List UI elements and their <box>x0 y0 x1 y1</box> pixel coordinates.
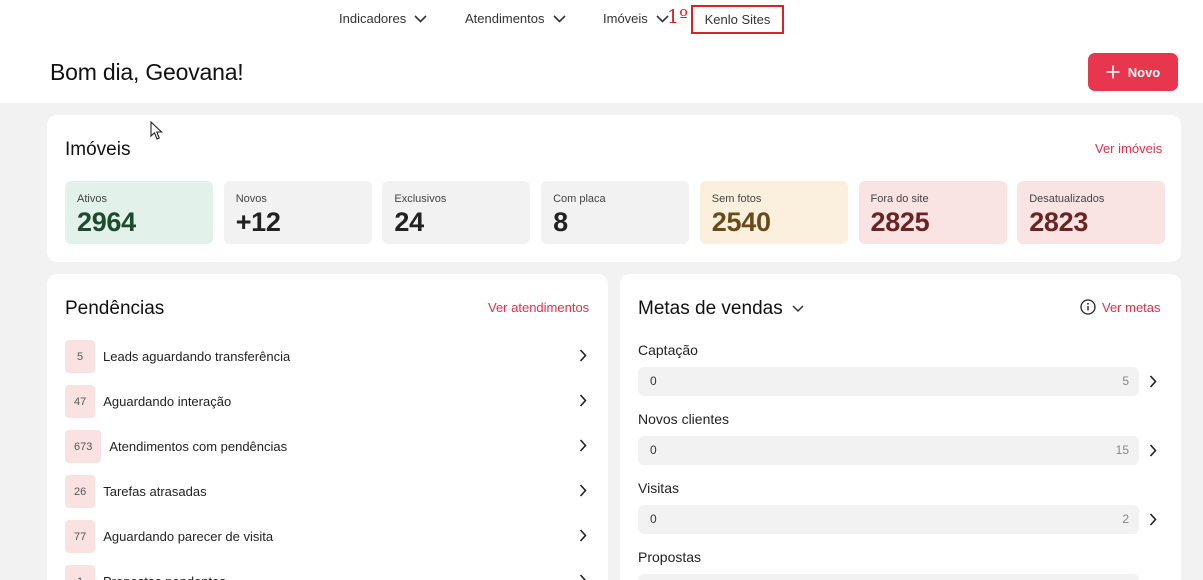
chevron-right-icon[interactable] <box>1149 513 1158 527</box>
meta-current-value: 0 <box>650 443 657 457</box>
plus-icon <box>1106 65 1120 79</box>
metas-title-dropdown[interactable]: Metas de vendas <box>638 298 804 320</box>
stat-value: 2540 <box>711 207 771 237</box>
stat-label: Sem fotos <box>711 193 762 205</box>
stat-tile[interactable]: Sem fotos 2540 <box>699 181 848 244</box>
pendencia-count: 5 <box>65 340 95 373</box>
meta-target-value: 2 <box>1122 512 1129 526</box>
stat-value: +12 <box>235 207 281 237</box>
nav-indicadores-label: Indicadores <box>339 11 407 26</box>
stat-tile[interactable]: Com placa 8 <box>541 181 690 244</box>
pendencia-label: Leads aguardando transferência <box>103 349 291 364</box>
stat-label: Fora do site <box>870 193 929 205</box>
stat-label: Com placa <box>553 193 606 205</box>
pendencia-row[interactable]: 673 Atendimentos com pendências <box>65 430 590 463</box>
pendencia-count: 26 <box>65 475 96 508</box>
chevron-right-icon <box>579 349 587 362</box>
meta-label: Captação <box>638 342 698 358</box>
meta-current-value: 0 <box>650 374 657 388</box>
ver-metas-link[interactable]: Ver metas <box>1102 300 1161 315</box>
pendencia-row[interactable]: 5 Leads aguardando transferência <box>65 340 590 373</box>
new-button[interactable]: Novo <box>1088 53 1178 91</box>
pendencia-row[interactable]: 77 Aguardando parecer de visita <box>65 520 590 553</box>
nav-imoveis-label: Imóveis <box>603 11 648 26</box>
greeting-title: Bom dia, Geovana! <box>50 59 244 85</box>
top-header: Indicadores Atendimentos Imóveis 1º Kenl… <box>0 0 1203 103</box>
pendencia-count: 1 <box>65 565 95 580</box>
meta-label: Novos clientes <box>638 411 730 427</box>
nav-atendimentos[interactable]: Atendimentos <box>465 11 566 26</box>
stat-tile[interactable]: Exclusivos 24 <box>382 181 531 244</box>
pendencia-count: 77 <box>65 520 96 553</box>
nav-imoveis[interactable]: Imóveis <box>603 11 669 26</box>
stat-label: Ativos <box>77 193 107 205</box>
chevron-down-icon <box>792 305 804 313</box>
meta-label: Visitas <box>638 480 679 496</box>
pendencia-label: Aguardando parecer de visita <box>103 529 274 544</box>
chevron-right-icon <box>579 439 587 452</box>
stat-label: Exclusivos <box>394 193 447 205</box>
stat-label: Novos <box>235 193 267 205</box>
pendencia-count: 673 <box>65 430 102 463</box>
nav-kenlo-sites[interactable]: Kenlo Sites <box>691 5 784 34</box>
chevron-right-icon <box>579 529 587 542</box>
chevron-right-icon <box>579 484 587 497</box>
stat-label: Desatualizados <box>1029 193 1105 205</box>
ver-imoveis-link[interactable]: Ver imóveis <box>1095 141 1162 156</box>
chevron-right-icon <box>579 574 587 580</box>
stat-value: 2964 <box>77 207 136 237</box>
chevron-right-icon <box>579 394 587 407</box>
mouse-cursor-icon <box>150 121 163 140</box>
chevron-right-icon[interactable] <box>1149 375 1158 389</box>
chevron-down-icon <box>414 14 427 23</box>
metas-title: Metas de vendas <box>638 298 783 319</box>
info-icon[interactable] <box>1080 299 1096 315</box>
pendencia-count: 47 <box>65 385 96 418</box>
annotation-step-number: 1º <box>667 6 689 28</box>
stat-tile[interactable]: Ativos 2964 <box>65 181 213 244</box>
new-button-label: Novo <box>1127 64 1161 80</box>
meta-progress-bar: 05 <box>638 367 1139 396</box>
pendencias-title: Pendências <box>65 298 165 319</box>
meta-current-value: 0 <box>650 512 657 526</box>
nav-atendimentos-label: Atendimentos <box>465 11 545 26</box>
stat-tile[interactable]: Desatualizados 2823 <box>1017 181 1166 244</box>
meta-target-value: 5 <box>1122 374 1129 388</box>
pendencia-label: Tarefas atrasadas <box>103 484 207 499</box>
stat-value: 2825 <box>870 207 930 237</box>
meta-progress-bar: 02 <box>638 505 1139 534</box>
pendencia-row[interactable]: 47 Aguardando interação <box>65 385 590 418</box>
chevron-down-icon <box>552 14 566 23</box>
pendencia-label: Aguardando interação <box>103 394 232 409</box>
meta-progress-bar <box>638 574 1139 580</box>
pendencia-label: Atendimentos com pendências <box>109 439 288 454</box>
pendencia-row[interactable]: 26 Tarefas atrasadas <box>65 475 590 508</box>
chevron-right-icon[interactable] <box>1149 444 1158 458</box>
imoveis-title: Imóveis <box>65 139 131 160</box>
pendencia-row[interactable]: 1 Propostas pendentes <box>65 565 590 580</box>
ver-atendimentos-link[interactable]: Ver atendimentos <box>488 300 589 315</box>
nav-kenlo-sites-label: Kenlo Sites <box>704 12 771 27</box>
main-nav: Indicadores Atendimentos Imóveis 1º Kenl… <box>0 0 1203 40</box>
nav-indicadores[interactable]: Indicadores <box>339 11 427 26</box>
stat-value: 8 <box>553 207 568 237</box>
stat-value: 24 <box>394 207 424 237</box>
stat-tile[interactable]: Novos +12 <box>223 181 372 244</box>
stat-tile[interactable]: Fora do site 2825 <box>858 181 1007 244</box>
meta-progress-bar: 0 15 <box>638 436 1139 465</box>
meta-label: Propostas <box>638 549 702 565</box>
meta-target-value: 15 <box>1115 443 1129 457</box>
pendencia-label: Propostas pendentes <box>103 574 226 580</box>
stat-value: 2823 <box>1029 207 1089 237</box>
